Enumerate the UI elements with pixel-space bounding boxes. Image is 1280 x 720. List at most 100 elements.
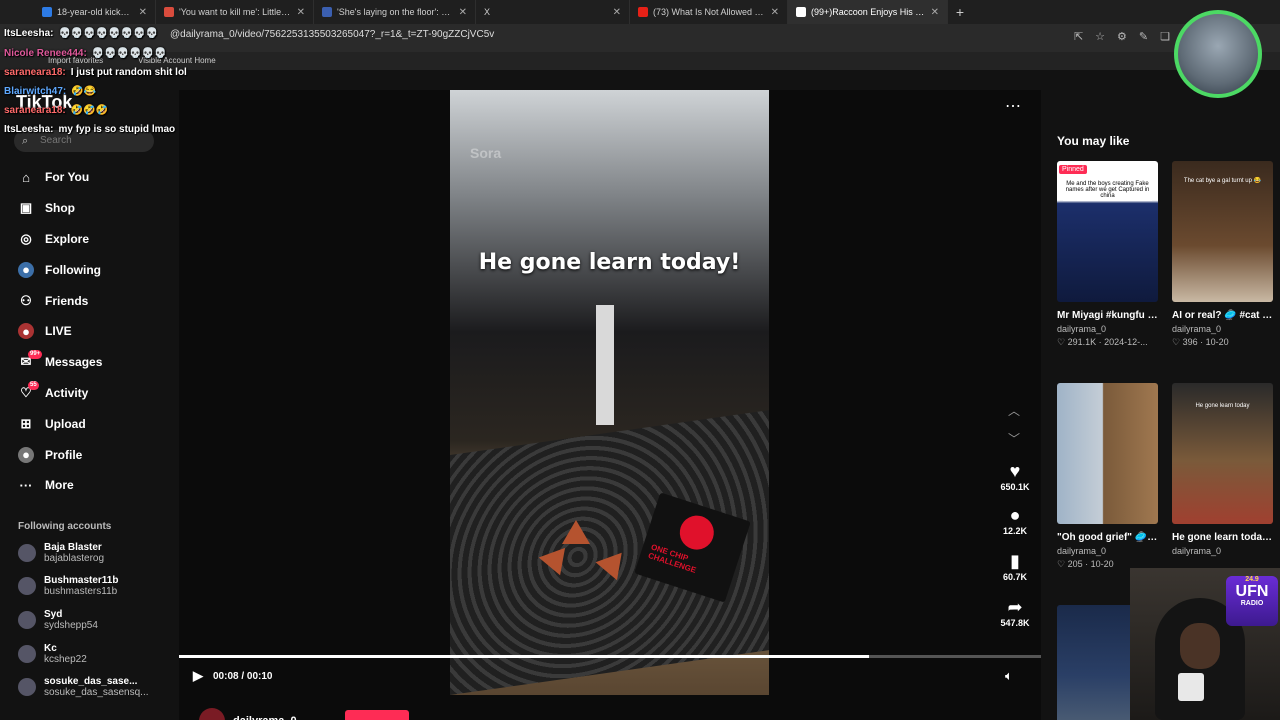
volume-icon[interactable]: 🔈︎ bbox=[1005, 668, 1013, 684]
avatar[interactable] bbox=[199, 708, 225, 720]
chat-message: Blairwitch47: 🤣😂 bbox=[4, 86, 96, 97]
avatar bbox=[18, 577, 36, 595]
tab-2[interactable]: 'She's laying on the floor': Boyfrie ✕ bbox=[314, 0, 476, 24]
bookmark-star-icon[interactable]: ☆ bbox=[1095, 30, 1105, 43]
tab-3[interactable]: X ✕ bbox=[476, 0, 630, 24]
sidebar: TikTok ⌕ Search ⌂ For You ▣ Shop ◎ Explore … bbox=[0, 70, 170, 720]
card-user: dailyrama_0 bbox=[1172, 546, 1222, 556]
webcam-overlay: 24.9 UFN RADIO bbox=[1130, 568, 1280, 720]
porch-pillar bbox=[596, 305, 614, 425]
video-thumbnail[interactable]: Pinned Me and the boys creating Fake nam… bbox=[1057, 161, 1158, 302]
suggested-video-card[interactable]: He gone learn today He gone learn today … bbox=[1172, 383, 1273, 558]
following-account[interactable]: Bushmaster11b bushmasters11b bbox=[18, 575, 118, 597]
radio-brand: UFN bbox=[1235, 583, 1269, 600]
tiktok-favicon-icon bbox=[796, 7, 806, 17]
chat-user: saraneara18: bbox=[4, 67, 66, 78]
close-icon[interactable]: ✕ bbox=[771, 7, 779, 18]
suggested-video-card[interactable]: "Oh good grief" 🥏 #dog #power #sor... da… bbox=[1057, 383, 1158, 571]
collections-icon[interactable]: ❏ bbox=[1160, 30, 1170, 43]
chat-text: 🤣🤣🤣 bbox=[70, 105, 109, 116]
more-options-icon[interactable]: ⋯ bbox=[1005, 96, 1021, 116]
favorites-icon[interactable]: ✎ bbox=[1139, 30, 1148, 43]
video-thumbnail[interactable] bbox=[1057, 383, 1158, 524]
sidebar-item-shop[interactable]: ▣ Shop bbox=[0, 193, 170, 224]
sidebar-item-messages[interactable]: ✉ 99+ Messages bbox=[0, 347, 170, 378]
time-display: 00:08 / 00:10 bbox=[213, 670, 273, 682]
sidebar-item-label: Explore bbox=[45, 231, 90, 246]
profile-icon: ● bbox=[18, 446, 34, 463]
following-account[interactable]: Baja Blaster bajablasterog bbox=[18, 542, 104, 564]
account-name: Kc bbox=[44, 643, 57, 654]
sidebar-item-upload[interactable]: ⊞ Upload bbox=[0, 408, 170, 439]
play-icon[interactable]: ▶ bbox=[193, 668, 203, 684]
coffee-mug bbox=[1178, 673, 1204, 701]
sidebar-item-for-you[interactable]: ⌂ For You bbox=[0, 162, 170, 193]
avatar bbox=[18, 544, 36, 562]
browser-tab-bar: 18-year-old kicks Walmart shopper ✕ 'You … bbox=[0, 0, 1280, 24]
tab-4[interactable]: (73) What Is Not Allowed In War? ✕ bbox=[630, 0, 788, 24]
video-frame[interactable]: Sora He gone learn today! ONE CHIP CHALL… bbox=[450, 90, 769, 695]
following-account[interactable]: sosuke_das_sase... sosuke_das_sasensq... bbox=[18, 676, 149, 698]
sidebar-item-friends[interactable]: ⚇ Friends bbox=[0, 285, 170, 316]
card-caption: AI or real? 🥏 #cat #liquor #beer #sor... bbox=[1172, 310, 1273, 321]
share-button[interactable]: ➦ 547.8K bbox=[995, 596, 1035, 628]
sidebar-item-live[interactable]: ● LIVE bbox=[0, 316, 170, 347]
sidebar-item-more[interactable]: ··· More bbox=[0, 470, 170, 501]
new-tab-button[interactable]: + bbox=[948, 4, 972, 20]
suggested-video-card[interactable]: Pinned Me and the boys creating Fake nam… bbox=[1057, 161, 1158, 349]
chat-message: saraneara18: I just put random shit lol bbox=[4, 67, 187, 78]
shop-icon: ▣ bbox=[19, 200, 33, 216]
following-account[interactable]: Syd sydshepp54 bbox=[18, 609, 98, 631]
sidebar-item-following[interactable]: ● Following bbox=[0, 254, 170, 285]
comment-button[interactable]: ● 12.2K bbox=[995, 504, 1035, 536]
extensions-icon[interactable]: ⚙ bbox=[1117, 30, 1127, 43]
radio-frequency: 24.9 bbox=[1245, 576, 1259, 583]
suggested-video-card[interactable]: The cat bye a gal turnt up 😂 AI or real?… bbox=[1172, 161, 1273, 349]
compass-icon: ◎ bbox=[20, 230, 32, 246]
sidebar-item-label: LIVE bbox=[45, 324, 72, 339]
tab-favicon-icon bbox=[42, 7, 52, 17]
account-handle: sydshepp54 bbox=[44, 620, 98, 631]
pinned-badge: Pinned bbox=[1059, 165, 1087, 174]
sidebar-item-profile[interactable]: ● Profile bbox=[0, 439, 170, 470]
chevron-down-icon[interactable]: ﹀ bbox=[1008, 430, 1020, 447]
tab-1[interactable]: 'You want to kill me': Little Caesar ✕ bbox=[156, 0, 314, 24]
home-icon: ⌂ bbox=[22, 169, 30, 185]
account-name: sosuke_das_sase... bbox=[44, 676, 138, 687]
share-count: 547.8K bbox=[1000, 618, 1030, 628]
close-icon[interactable]: ✕ bbox=[459, 7, 467, 18]
chat-user: ItsLeesha: bbox=[4, 124, 54, 135]
author-name[interactable]: dailyrama_0 bbox=[233, 715, 297, 720]
chat-message: ItsLeesha: my fyp is so stupid lmao bbox=[4, 124, 175, 135]
like-button[interactable]: ♥ 650.1K bbox=[995, 460, 1035, 492]
follow-button[interactable] bbox=[345, 710, 409, 720]
account-name: Syd bbox=[44, 609, 63, 620]
url-text[interactable]: @dailyrama_0/video/7562253135503265047?_… bbox=[170, 29, 494, 40]
close-icon[interactable]: ✕ bbox=[297, 7, 305, 18]
chat-text: 💀💀💀💀💀💀 bbox=[91, 48, 167, 59]
tab-label: 'You want to kill me': Little Caesar bbox=[179, 7, 292, 17]
following-account[interactable]: Kc kcshep22 bbox=[18, 643, 87, 665]
chat-text: 🤣😂 bbox=[71, 86, 97, 97]
tab-0[interactable]: 18-year-old kicks Walmart shopper ✕ bbox=[34, 0, 156, 24]
sidebar-item-activity[interactable]: ♡ 55 Activity bbox=[0, 378, 170, 409]
video-thumbnail[interactable]: The cat bye a gal turnt up 😂 bbox=[1172, 161, 1273, 302]
close-icon[interactable]: ✕ bbox=[613, 7, 621, 18]
progress-bar[interactable] bbox=[179, 655, 1041, 658]
save-button[interactable]: ▮ 60.7K bbox=[995, 550, 1035, 582]
video-thumbnail[interactable]: He gone learn today bbox=[1172, 383, 1273, 524]
close-icon[interactable]: ✕ bbox=[139, 7, 147, 18]
avatar bbox=[18, 678, 36, 696]
chevron-up-icon[interactable]: ︿ bbox=[1008, 402, 1020, 419]
tab-5[interactable]: (99+)Raccoon Enjoys His Final M ✕ bbox=[788, 0, 948, 24]
sidebar-item-explore[interactable]: ◎ Explore bbox=[0, 224, 170, 255]
close-icon[interactable]: ✕ bbox=[931, 7, 939, 18]
sidebar-item-label: Profile bbox=[45, 447, 83, 462]
chat-text: 💀💀💀💀💀💀💀💀 bbox=[58, 28, 159, 39]
open-in-app-icon[interactable]: ⇱ bbox=[1074, 30, 1083, 43]
video-caption-overlay: He gone learn today! bbox=[478, 250, 741, 275]
messages-badge: 99+ bbox=[28, 349, 43, 359]
sora-watermark: Sora bbox=[470, 145, 502, 161]
playback-controls: ▶ 00:08 / 00:10 bbox=[193, 668, 273, 684]
browser-icons bbox=[0, 0, 34, 24]
